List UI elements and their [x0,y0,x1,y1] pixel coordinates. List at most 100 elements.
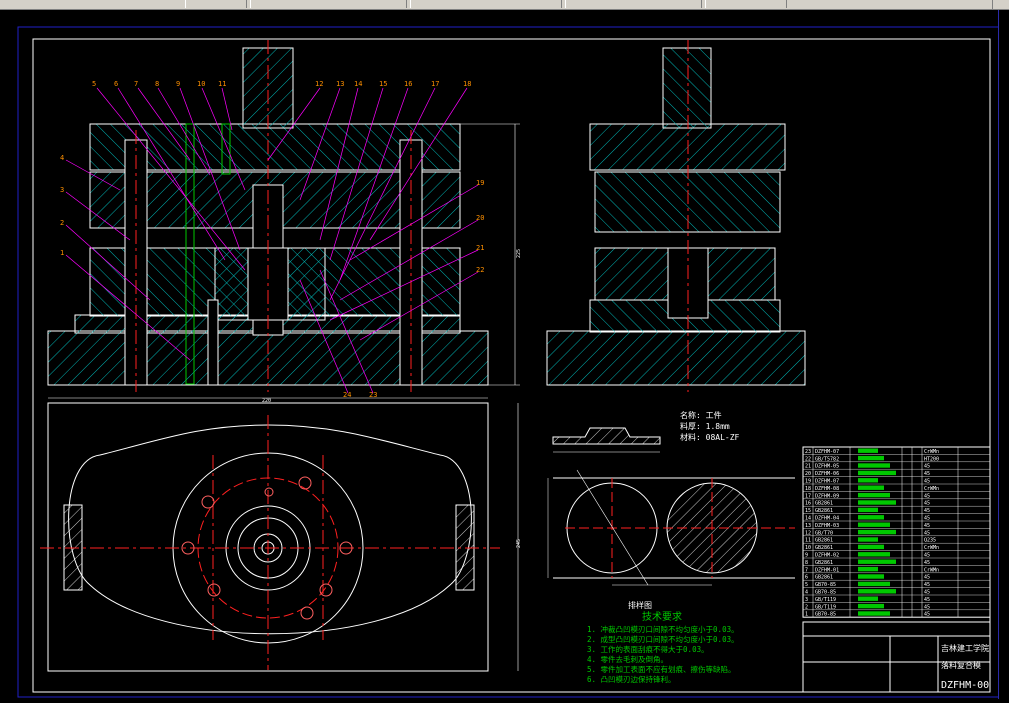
bom-row-name-bar [858,463,890,468]
bom-row-material: 45 [924,501,930,507]
callout-5: 5 [92,80,96,88]
bom-row-number: 17 [805,493,811,499]
bom-row-name-bar [858,455,884,461]
bom-row-name-bar [858,552,890,557]
bom-row-material: 45 [924,508,930,514]
callout-19: 19 [476,179,484,187]
toolbar-cell[interactable] [250,0,407,8]
plan-view: 220 245 [40,397,522,672]
bom-row-number: 9 [805,553,808,559]
bom-row-code: GB2861 [815,501,833,507]
bom-row-number: 4 [805,590,808,596]
tech-title: 技术要求 [642,610,682,623]
callout-13: 13 [336,80,344,88]
callout-21: 21 [476,244,484,252]
bom-row-name-bar [858,478,878,483]
bom-row-material: 45 [924,575,930,581]
vertical-scrollbar[interactable] [998,10,1009,699]
bom-row-code: GB70-85 [815,582,836,588]
toolbar-cell[interactable] [565,0,702,8]
strip-label: 排样图 [628,600,652,610]
bom-row-material: 45 [924,523,930,529]
bom-row-code: DZFHM-04 [815,516,839,522]
bom-row-material: 45 [924,590,930,596]
bom-row-code: GB/T119 [815,597,836,603]
workpiece-material: 材料: 08AL-ZF [680,432,740,442]
callout-15: 15 [379,80,387,88]
bom-row-code: DZFHM-07 [815,479,839,485]
bom-row-code: GB2861 [815,575,833,581]
callout-8: 8 [155,80,159,88]
bom-row-name-bar [858,574,884,579]
callout-11: 11 [218,80,226,88]
callout-14: 14 [354,80,362,88]
technical-requirements: 技术要求 1. 冲裁凸凹模刃口间隙不均匀度小于0.03。 2. 成型凸凹模刃口间… [587,610,739,684]
bom-row-code: DZFHM-07 [815,449,839,455]
bom-row-material: HT200 [924,456,939,462]
bom-row-name-bar [858,485,884,490]
bom-row-material: Q235 [924,538,936,544]
bom-row-material: 45 [924,560,930,566]
bom-row-material: 45 [924,530,930,536]
bom-row-number: 3 [805,597,808,603]
callout-7: 7 [134,80,138,88]
bom-row-number: 12 [805,530,811,536]
bom-row-number: 8 [805,560,808,566]
bom-row-number: 14 [805,516,811,522]
bom-row-name-bar [858,492,890,498]
callout-1: 1 [60,249,64,257]
callout-4: 4 [60,154,64,162]
drawing-canvas[interactable]: 225 5 6 7 8 9 10 11 12 13 14 15 16 17 18… [0,10,1009,699]
bom-row-code: GB2861 [815,560,833,566]
bom-row-name-bar [858,500,896,505]
bom-row-number: 11 [805,538,811,544]
bom-row-code: GB70-85 [815,612,836,618]
bom-row-number: 16 [805,501,811,507]
bom-row-number: 7 [805,567,808,573]
drawing-number: DZFHM-00 [941,680,989,691]
front-section-view: 225 5 6 7 8 9 10 11 12 13 14 15 16 17 18… [47,40,522,399]
bom-row-code: GB/T5782 [815,456,839,462]
bom-row-number: 22 [805,456,811,462]
toolbar-cell[interactable] [705,0,787,8]
school-name: 吉林建工学院 [941,643,989,653]
side-section-view [546,40,806,392]
bill-of-materials: 23 DZFHM-07 CrWMn22 GB/T5782 HT20021 DZFHM-05… [802,446,991,618]
bom-row-material: 45 [924,553,930,559]
bom-row-name-bar [858,566,878,572]
bom-row-number: 18 [805,486,811,492]
bom-row-number: 2 [805,604,808,610]
callout-6: 6 [114,80,118,88]
bom-row-name-bar [858,537,878,542]
toolbar-cell[interactable] [410,0,562,8]
bom-row-material: 45 [924,493,930,499]
bom-row-material: CrWMn [924,486,939,492]
scroll-up-button[interactable] [992,0,1009,9]
dim-top-width: 220 [262,398,271,404]
bom-row-code: GB2861 [815,545,833,551]
title-block: 吉林建工学院 落料复合模 DZFHM-00 [802,621,991,693]
bom-row-number: 15 [805,508,811,514]
bom-row-code: DZFHM-01 [815,567,839,573]
bom-row-name-bar [858,544,884,550]
workpiece-thickness: 料厚: 1.8mm [680,421,730,431]
bom-row-name-bar [858,448,878,453]
strip-layout: 排样图 [547,469,795,610]
bom-row-code: DZFHM-03 [815,523,839,529]
bom-row-number: 20 [805,471,811,477]
bom-row-name-bar [858,529,896,535]
bom-row-name-bar [858,559,896,564]
dim-plan-height: 245 [516,539,522,548]
bom-row-code: DZFHM-09 [815,493,839,499]
bom-row-material: 45 [924,582,930,588]
toolbar-cell[interactable] [185,0,247,8]
tech-item: 2. 成型凸凹模刃口间隙不均匀度小于0.03。 [587,634,739,644]
bom-row-code: GB2861 [815,538,833,544]
bom-row-number: 23 [805,449,811,455]
bom-row-code: GB2861 [815,508,833,514]
callout-16: 16 [404,80,412,88]
bom-row-number: 1 [805,612,808,618]
bom-row-material: 45 [924,464,930,470]
bom-row-material: CrWMn [924,449,939,455]
toolbar-strip [0,0,1009,10]
